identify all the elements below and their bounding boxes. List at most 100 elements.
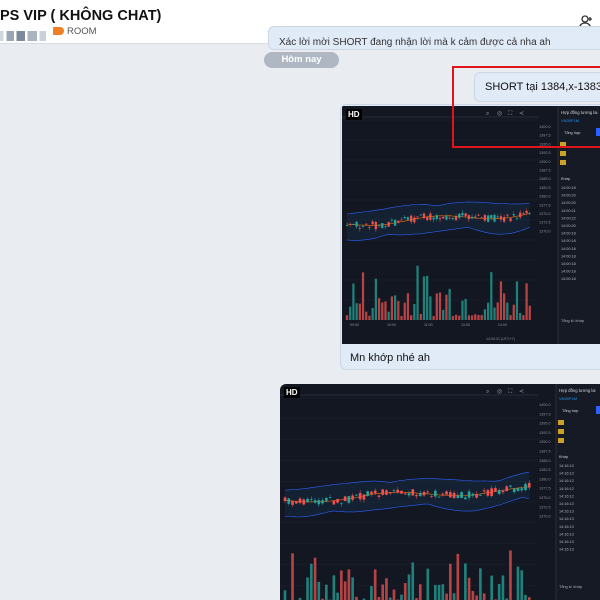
trade-time: 14:00:22 xyxy=(561,216,576,220)
trade-time: 14:16:12 xyxy=(559,494,574,498)
candle-body xyxy=(345,225,349,226)
candle-body xyxy=(377,495,381,497)
time-axis-label: 13:00 xyxy=(461,323,470,327)
trade-time: 14:00:20 xyxy=(561,201,576,205)
price-tick-label: 1385.0 xyxy=(539,459,551,463)
candle-body xyxy=(317,500,321,505)
volume-bar xyxy=(433,584,437,600)
volume-bar xyxy=(381,302,384,320)
volume-bar xyxy=(475,595,478,600)
trade-time: 14:16:13 xyxy=(559,510,574,514)
volume-bar xyxy=(426,275,429,320)
trade-time: 14:00:18 xyxy=(561,262,576,266)
volume-bar xyxy=(306,577,309,600)
chart-screenshot-2[interactable]: HD ⌕ ◎ ⛶ ≺ 1400.0 1397.5 1395.0 1392.5 1390.0 138… xyxy=(280,384,600,600)
candle-body xyxy=(503,217,506,222)
volume-bar xyxy=(516,566,520,600)
volume-bar xyxy=(381,584,385,600)
toolbar-icon: ⛶ xyxy=(508,388,513,395)
room-tag[interactable]: ROOM xyxy=(53,26,97,37)
volume-bar xyxy=(400,594,403,600)
volume-bar xyxy=(445,294,448,320)
price-tick-label: 1370.0 xyxy=(539,515,551,519)
candle-body xyxy=(366,491,369,496)
volume-bar xyxy=(497,583,501,600)
volume-bar xyxy=(467,577,471,600)
candle-body xyxy=(496,216,499,218)
volume-bar xyxy=(449,563,452,600)
volume-bar xyxy=(336,592,339,600)
level-badge xyxy=(560,160,566,165)
candle-body xyxy=(464,213,467,217)
candle-body xyxy=(528,213,531,215)
price-tick-label: 1377.5 xyxy=(539,203,551,207)
candle-body xyxy=(456,495,460,499)
volume-bar xyxy=(313,557,317,600)
time-axis-label: 14:00 xyxy=(498,323,507,327)
price-tick-label: 1382.5 xyxy=(539,468,551,472)
volume-bar xyxy=(419,313,422,320)
candle-body xyxy=(309,499,313,500)
price-tick-label: 1387.5 xyxy=(539,450,551,454)
volume-bar xyxy=(525,283,528,320)
candle-body xyxy=(403,217,406,219)
candle-body xyxy=(370,491,373,495)
volume-bar xyxy=(426,568,430,600)
candle-body xyxy=(477,214,480,216)
volume-bar xyxy=(482,593,486,600)
price-tick-label: 1400.0 xyxy=(539,403,551,407)
candle-body xyxy=(422,492,426,496)
candle-body xyxy=(442,216,445,219)
volume-bar xyxy=(483,309,487,320)
volume-bar xyxy=(490,272,493,320)
volume-bar xyxy=(317,581,321,600)
candle-body xyxy=(433,490,437,497)
candle-body xyxy=(302,499,306,505)
price-tick-label: 1385.0 xyxy=(539,177,551,181)
image-caption: Mn khớp nhé ah xyxy=(350,352,430,364)
volume-bar xyxy=(438,292,442,320)
order-book-panel xyxy=(556,384,600,600)
candle-body xyxy=(328,497,332,499)
trade-time: 14:16:13 xyxy=(559,472,574,476)
candle-body xyxy=(445,491,448,495)
candle-body xyxy=(430,496,433,498)
volume-bar xyxy=(464,298,467,320)
volume-bar xyxy=(515,281,519,320)
candle-body xyxy=(387,221,390,227)
volume-bar xyxy=(283,590,287,600)
volume-bar xyxy=(474,314,477,320)
volume-bar xyxy=(325,584,328,600)
candle-body xyxy=(400,490,403,494)
trade-time: 14:16:13 xyxy=(559,548,574,552)
member-info xyxy=(0,27,46,41)
volume-bar xyxy=(519,312,522,320)
volume-bar xyxy=(506,302,509,320)
candle-body xyxy=(486,490,490,496)
volume-bar xyxy=(387,311,390,320)
volume-bar xyxy=(479,568,482,600)
time-axis-label: 11:00 xyxy=(424,323,433,327)
candle-body xyxy=(509,485,512,487)
candle-body xyxy=(397,220,400,223)
candle-body xyxy=(368,226,371,228)
volume-bar xyxy=(393,295,397,320)
candle-body xyxy=(407,493,411,496)
volume-bar xyxy=(470,315,474,320)
candle-body xyxy=(422,213,426,219)
volume-bar xyxy=(429,296,432,320)
trade-time: 14:00:18 xyxy=(561,239,576,243)
volume-bar xyxy=(403,302,406,320)
price-tick-label: 1372.5 xyxy=(539,221,551,225)
highlight-box xyxy=(452,66,600,148)
candle-body xyxy=(358,227,361,229)
volume-bar xyxy=(365,311,368,320)
candle-body xyxy=(467,215,470,220)
candle-body xyxy=(362,494,366,500)
candle-body xyxy=(416,216,419,218)
volume-bar xyxy=(528,305,531,320)
candle-body xyxy=(419,214,422,216)
image-message-2[interactable]: HD ⌕ ◎ ⛶ ≺ 1400.0 1397.5 1395.0 1392.5 1390.0 138… xyxy=(280,384,600,600)
volume-bar xyxy=(467,315,470,320)
previous-message-bubble[interactable]: Xác lời mời SHORT đang nhận lời mà k cảm… xyxy=(268,26,600,50)
